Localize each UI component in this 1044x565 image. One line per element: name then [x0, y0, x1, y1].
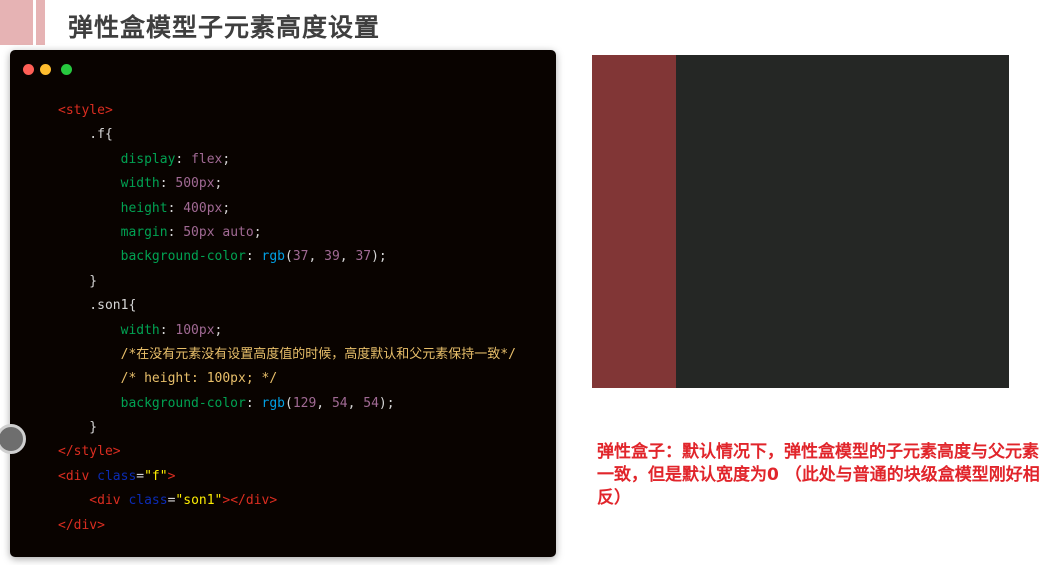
code-token: background-color	[58, 249, 246, 265]
code-token: class	[97, 468, 137, 484]
code-token: :	[245, 395, 262, 411]
header-accent-bar-thin	[36, 0, 45, 45]
code-line: margin: 50px auto;	[58, 221, 516, 245]
code-line: width: 500px;	[58, 172, 516, 196]
code-token: :	[175, 151, 192, 167]
code-token: ;	[222, 151, 231, 167]
code-line: <div class="son1"></div>	[58, 489, 516, 513]
code-token: }	[58, 420, 98, 436]
code-line: }	[58, 416, 516, 440]
code-token: :	[159, 322, 176, 338]
code-token: ,	[308, 249, 325, 265]
code-token: <div	[58, 493, 129, 509]
code-token: width	[58, 176, 160, 192]
code-block: <style> .f{ display: flex; width: 500px;…	[58, 99, 516, 538]
code-line: display: flex;	[58, 148, 516, 172]
flex-demo-child	[592, 55, 676, 388]
code-token: ,	[316, 395, 332, 411]
code-token: 500px	[175, 176, 215, 192]
close-dot-icon	[23, 64, 34, 75]
code-token: rgb	[261, 395, 285, 411]
code-token: <div	[58, 468, 98, 484]
code-token: =	[136, 468, 145, 484]
code-token: </div>	[58, 517, 105, 533]
flex-demo-parent	[592, 55, 1009, 388]
code-token: :	[167, 200, 184, 216]
code-token: }	[58, 273, 98, 289]
code-token: ,	[339, 249, 356, 265]
code-line: width: 100px;	[58, 319, 516, 343]
code-line: .f{	[58, 123, 516, 147]
code-token: margin	[58, 224, 168, 240]
code-token: );	[371, 249, 387, 265]
code-token: 37	[355, 249, 372, 265]
code-token: >	[167, 468, 176, 484]
code-line: .son1{	[58, 294, 516, 318]
code-token: "f"	[144, 468, 168, 484]
code-line: /* height: 100px; */	[58, 367, 516, 391]
code-token: class	[128, 493, 168, 509]
code-line: /*在没有元素没有设置高度值的时候，高度默认和父元素保持一致*/	[58, 343, 516, 367]
code-line: </style>	[58, 440, 516, 464]
minimize-dot-icon	[40, 64, 51, 75]
code-token: /* height: 100px; */	[58, 371, 278, 387]
code-token: display	[58, 151, 176, 167]
header-accent-bar	[0, 0, 33, 45]
code-token: 129	[292, 395, 317, 411]
code-token: );	[378, 395, 395, 411]
code-token: :	[159, 176, 176, 192]
code-token: 54	[331, 395, 348, 411]
code-token: 37	[292, 249, 309, 265]
code-token: (	[284, 249, 293, 265]
code-line: <style>	[58, 99, 516, 123]
code-token: </style>	[58, 444, 121, 460]
code-token: width	[58, 322, 160, 338]
code-token: <style>	[58, 103, 113, 118]
code-token: flex	[191, 151, 223, 167]
code-token: ,	[347, 395, 364, 411]
code-token: .f{	[58, 127, 113, 143]
code-token: "son1"	[175, 493, 223, 509]
code-token: 50px auto	[183, 224, 254, 240]
code-token: /*在没有元素没有设置高度值的时候，高度默认和父元素保持一致*/	[58, 346, 516, 362]
code-line: </div>	[58, 514, 516, 538]
code-token: ;	[214, 176, 223, 192]
code-token: 400px	[183, 200, 223, 216]
code-token: ;	[222, 200, 231, 216]
code-token: height	[58, 200, 168, 216]
explanation-note: 弹性盒子：默认情况下，弹性盒模型的子元素高度与父元素一致，但是默认宽度为0 （此…	[597, 442, 1040, 508]
code-token: :	[167, 224, 184, 240]
code-line: background-color: rgb(37, 39, 37);	[58, 245, 516, 269]
code-line: background-color: rgb(129, 54, 54);	[58, 392, 516, 416]
code-token: background-color	[58, 395, 246, 411]
code-token: :	[245, 249, 262, 265]
code-token: .son1{	[58, 298, 137, 314]
code-token: rgb	[261, 249, 285, 265]
code-line: }	[58, 270, 516, 294]
code-token: 39	[324, 249, 340, 265]
code-token: (	[284, 395, 293, 411]
page-title: 弹性盒模型子元素高度设置	[68, 13, 381, 42]
code-token: 54	[363, 395, 379, 411]
code-token: 100px	[175, 322, 215, 338]
code-token: ;	[253, 224, 262, 240]
code-token: ;	[214, 322, 223, 338]
code-window: <style> .f{ display: flex; width: 500px;…	[10, 50, 556, 557]
code-token: ></div>	[222, 493, 278, 509]
code-line: height: 400px;	[58, 197, 516, 221]
maximize-dot-icon	[61, 64, 72, 75]
code-line: <div class="f">	[58, 465, 516, 489]
